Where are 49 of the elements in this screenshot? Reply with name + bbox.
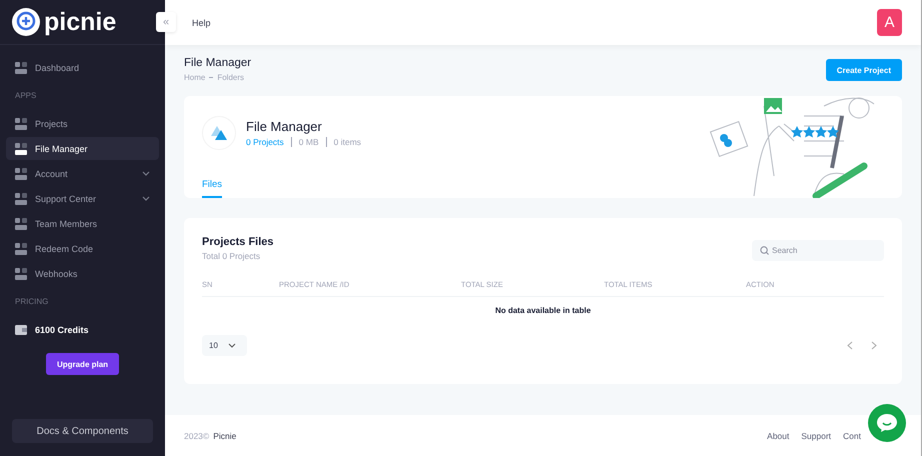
wallet-icon xyxy=(15,324,27,334)
docs-button[interactable]: Docs & Components xyxy=(12,419,153,443)
footer-link[interactable]: About xyxy=(767,430,790,440)
nav-item[interactable]: Redeem Code xyxy=(6,237,159,260)
chat-button[interactable] xyxy=(868,404,906,442)
section-label: PRICING xyxy=(14,296,50,308)
stat-text: 0 MB xyxy=(298,137,319,147)
nav-icon xyxy=(15,192,27,204)
upgrade-button[interactable]: Upgrade plan xyxy=(46,353,120,375)
nav-item[interactable]: Account xyxy=(6,162,159,185)
stat-text: 0 items xyxy=(334,137,362,147)
nav-item[interactable]: Projects xyxy=(6,112,159,135)
help-link[interactable]: Help xyxy=(192,18,211,28)
summary-title: File Manager xyxy=(246,119,323,134)
card-title: Projects Files xyxy=(202,236,274,248)
credits-item: 6100 Credits xyxy=(6,318,159,341)
page-title: File Manager xyxy=(184,57,252,69)
avatar[interactable]: A xyxy=(877,9,902,36)
nav-icon xyxy=(15,62,27,74)
chat-icon xyxy=(876,413,898,433)
separator-icon xyxy=(209,77,214,78)
folder-icon xyxy=(202,116,236,150)
nav-item[interactable]: Team Members xyxy=(6,212,159,235)
nav-icon xyxy=(15,142,27,154)
chevron-icon xyxy=(142,196,150,201)
footer-link[interactable]: Support xyxy=(801,430,832,440)
nav-icon xyxy=(15,268,27,280)
section-label: APPS xyxy=(14,90,38,102)
logo-icon xyxy=(12,8,40,36)
nav-item[interactable]: Dashboard xyxy=(6,56,159,79)
chevron-icon xyxy=(142,171,150,176)
logo-text: picnie xyxy=(44,8,116,36)
empty-message: No data available in table xyxy=(494,305,592,317)
next-icon[interactable] xyxy=(871,341,877,350)
copyright-year: 2023© xyxy=(184,430,210,440)
nav-item[interactable]: File Manager xyxy=(6,137,159,160)
previous-icon[interactable] xyxy=(847,341,853,350)
nav-icon xyxy=(15,218,27,230)
search-field[interactable]: Search xyxy=(752,240,884,261)
nav-item[interactable]: Webhooks xyxy=(6,262,159,285)
nav-icon xyxy=(15,168,27,180)
nav-icon xyxy=(15,118,27,130)
caret-icon xyxy=(228,343,236,348)
page-size-select[interactable]: 10 xyxy=(202,335,247,356)
footer-link[interactable]: Cont xyxy=(843,430,861,440)
brand-link[interactable]: Picnie xyxy=(213,430,236,440)
card-subtitle: Total 0 Projects xyxy=(202,251,262,261)
nav-item[interactable]: Support Center xyxy=(6,187,159,210)
nav-icon xyxy=(15,242,27,254)
